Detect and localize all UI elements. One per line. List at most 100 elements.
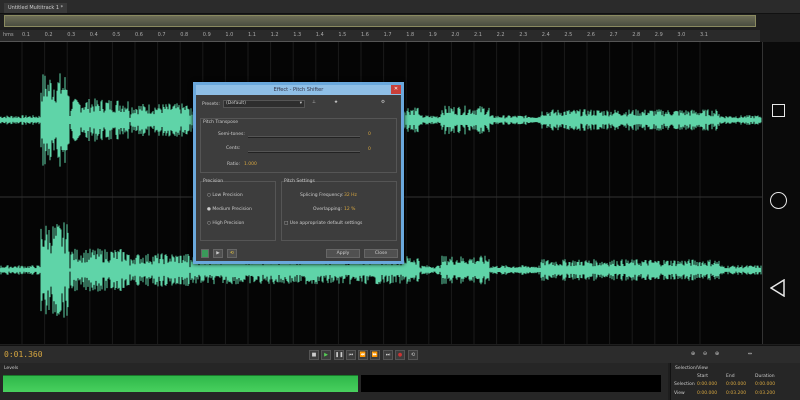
- record-icon[interactable]: ●: [395, 350, 405, 360]
- ruler-tick: 1.2: [270, 32, 279, 38]
- high-precision-label: High Precision: [212, 221, 245, 226]
- cents-value[interactable]: 0: [368, 147, 371, 152]
- end-header: End: [726, 374, 735, 379]
- android-recents-icon[interactable]: [772, 104, 785, 117]
- medium-precision-label: Medium Precision: [212, 207, 252, 212]
- pause-icon[interactable]: ❚❚: [334, 350, 344, 360]
- medium-precision-radio[interactable]: ● Medium Precision: [207, 207, 252, 212]
- default-settings-checkbox[interactable]: □ Use appropriate default settings: [284, 221, 362, 226]
- android-home-icon[interactable]: [770, 192, 787, 209]
- cents-label: Cents:: [226, 146, 241, 151]
- ruler-tick: 2.5: [564, 32, 573, 38]
- high-precision-radio[interactable]: ○ High Precision: [207, 221, 244, 226]
- presets-label: Presets:: [202, 102, 220, 107]
- ruler-tick: 1.9: [428, 32, 437, 38]
- selection-start[interactable]: 0:00.000: [697, 382, 717, 387]
- splicing-label: Splicing Frequency:: [300, 193, 344, 198]
- selection-view-panel: Selection/View Start End Duration Select…: [670, 363, 800, 400]
- splicing-value[interactable]: 32 Hz: [344, 193, 357, 198]
- ruler-tick: 3.0: [677, 32, 686, 38]
- ruler-tick: 0.8: [180, 32, 189, 38]
- loop-icon[interactable]: ⟲: [227, 249, 237, 258]
- semitones-value[interactable]: 0: [368, 132, 371, 137]
- view-duration[interactable]: 0:03.200: [755, 391, 775, 396]
- ruler-tick: 2.2: [496, 32, 505, 38]
- levels-panel: Levels: [0, 363, 668, 400]
- preview-play-icon[interactable]: ▶: [213, 249, 223, 258]
- overlap-label: Overlapping:: [313, 207, 343, 212]
- level-meter-empty: [361, 375, 661, 392]
- zoom-full-icon[interactable]: ⇔: [745, 350, 755, 360]
- loop-playback-icon[interactable]: ⟲: [408, 350, 418, 360]
- chevron-down-icon: ▾: [299, 101, 302, 106]
- ruler-tick: 2.4: [541, 32, 550, 38]
- presets-dropdown[interactable]: (Default) ▾: [223, 100, 305, 108]
- stop-icon[interactable]: ■: [309, 350, 319, 360]
- ruler-tick: 0.3: [67, 32, 76, 38]
- zoom-in-amplitude-icon[interactable]: ⊕: [688, 350, 698, 360]
- ruler-tick: 0.9: [202, 32, 211, 38]
- save-preset-icon[interactable]: ⊥: [312, 100, 316, 105]
- preset-value: (Default): [226, 101, 246, 106]
- fast-forward-icon[interactable]: ⏩: [370, 350, 380, 360]
- ruler-tick: 0.5: [112, 32, 121, 38]
- time-ruler[interactable]: hms 0.1 0.2 0.3 0.4 0.5 0.6 0.7 0.8 0.9 1.0 1.1 1.2 1…: [0, 30, 760, 42]
- precision-title: Precision: [203, 179, 224, 184]
- levels-title: Levels: [4, 366, 19, 371]
- semitones-label: Semi-tones:: [218, 132, 245, 137]
- settings-icon[interactable]: ⚙: [381, 100, 385, 105]
- view-start[interactable]: 0:00.000: [697, 391, 717, 396]
- ruler-tick: 0.6: [135, 32, 143, 38]
- low-precision-radio[interactable]: ○ Low Precision: [207, 193, 243, 198]
- selection-end[interactable]: 0:00.000: [726, 382, 746, 387]
- selection-row-label: Selection: [674, 382, 695, 387]
- go-to-end-icon[interactable]: ⏭: [383, 350, 393, 360]
- time-display: 0:01.360: [4, 350, 43, 359]
- ruler-tick: 0.1: [22, 32, 30, 38]
- editor-tab[interactable]: Untitled Multitrack 1 *: [4, 3, 68, 13]
- default-settings-label: Use appropriate default settings: [289, 221, 363, 226]
- zoom-in-time-icon[interactable]: ⊕: [712, 350, 722, 360]
- favorite-icon[interactable]: ★: [334, 100, 338, 105]
- overview-navigator[interactable]: [4, 15, 756, 27]
- ruler-tick: 2.1: [474, 32, 482, 38]
- apply-button[interactable]: Apply: [326, 249, 360, 258]
- ruler-tick: 0.7: [157, 32, 166, 38]
- close-icon[interactable]: ✕: [391, 85, 401, 94]
- pitch-shifter-dialog: Effect - Pitch Shifter ✕ Presets: (Defau…: [193, 82, 404, 264]
- pitch-settings-title: Pitch Settings: [284, 179, 315, 184]
- rewind-icon[interactable]: ⏪: [358, 350, 368, 360]
- view-end[interactable]: 0:03.200: [726, 391, 746, 396]
- low-precision-label: Low Precision: [212, 193, 243, 198]
- ruler-unit: hms: [3, 32, 14, 38]
- selection-view-title: Selection/View: [675, 366, 708, 371]
- cents-slider[interactable]: [248, 151, 360, 153]
- android-back-icon[interactable]: [770, 279, 786, 297]
- ruler-tick: 2.6: [587, 32, 595, 38]
- transport-bar: 0:01.360 ■ ▶ ❚❚ ⏮ ⏪ ⏩ ⏭ ● ⟲ ⊕ ⊖ ⊕ ⇔: [0, 345, 800, 363]
- go-to-start-icon[interactable]: ⏮: [346, 350, 356, 360]
- pitch-transpose-title: Pitch Transpose: [203, 120, 239, 125]
- selection-duration[interactable]: 0:00.000: [755, 382, 775, 387]
- ruler-tick: 2.9: [654, 32, 663, 38]
- semitones-slider[interactable]: [248, 136, 360, 138]
- ruler-tick: 1.8: [406, 32, 415, 38]
- dialog-title: Effect - Pitch Shifter: [196, 85, 401, 95]
- ruler-tick: 1.5: [338, 32, 347, 38]
- ratio-value[interactable]: 1.000: [244, 162, 257, 167]
- close-button[interactable]: Close: [364, 249, 398, 258]
- tab-bar: Untitled Multitrack 1 *: [0, 0, 800, 14]
- ruler-tick: 1.1: [248, 32, 256, 38]
- zoom-out-amplitude-icon[interactable]: ⊖: [700, 350, 710, 360]
- ratio-label: Ratio:: [227, 162, 241, 167]
- overlap-value[interactable]: 12 %: [344, 207, 355, 212]
- ruler-tick: 0.2: [44, 32, 53, 38]
- ruler-tick: 1.7: [383, 32, 392, 38]
- power-toggle-icon[interactable]: [201, 249, 209, 258]
- ruler-tick: 2.0: [451, 32, 460, 38]
- play-icon[interactable]: ▶: [321, 350, 331, 360]
- level-meter-fill: [3, 375, 359, 392]
- ruler-tick: 2.3: [519, 32, 528, 38]
- amplitude-scale: [762, 42, 800, 344]
- ruler-tick: 1.3: [293, 32, 302, 38]
